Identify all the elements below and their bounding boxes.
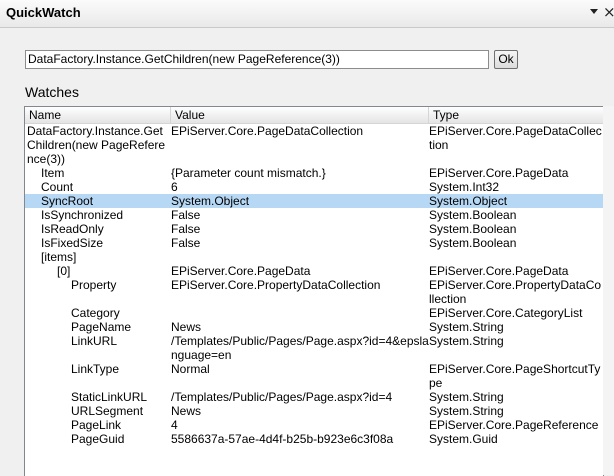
column-header-type[interactable]: Type xyxy=(429,107,603,123)
watch-row[interactable]: Property EPiServer.Core.PropertyDataColle… xyxy=(25,278,603,306)
watch-name: Count xyxy=(41,180,74,194)
expression-input[interactable] xyxy=(25,50,489,69)
watch-name: IsReadOnly xyxy=(41,222,104,236)
watch-row[interactable]: LinkURL/Templates/Public/Pages/Page.aspx… xyxy=(25,334,603,362)
watch-row[interactable]: DataFactory.Instance.GetChildren(new Pag… xyxy=(25,124,603,166)
watch-type: System.Object xyxy=(429,194,508,208)
watch-value: 6 xyxy=(171,180,178,194)
watch-row[interactable]: SyncRoot System.Object System.Object xyxy=(25,194,603,208)
watch-value: News xyxy=(171,404,202,418)
watch-name: PageGuid xyxy=(71,432,125,446)
watch-row[interactable]: IsSynchronized False System.Boolean xyxy=(25,208,603,222)
watch-row[interactable]: [0] EPiServer.Core.PageData EPiServer.Core… xyxy=(25,264,603,278)
watch-value: /Templates/Public/Pages/Page.aspx?id=4&e… xyxy=(171,334,429,362)
watch-type: System.Guid xyxy=(429,432,498,446)
watch-name: SyncRoot xyxy=(41,194,94,208)
watch-value: EPiServer.Core.PropertyDataCollection xyxy=(171,278,381,292)
watch-name: LinkType xyxy=(71,362,120,376)
watch-name: PageName xyxy=(71,320,132,334)
watch-value: 5586637a-57ae-4d4f-b25b-b923e6c3f08a xyxy=(171,432,394,446)
watch-type: EPiServer.Core.PageDataCollection xyxy=(429,124,602,152)
watch-row[interactable]: PageGuid 5586637a-57ae-4d4f-b25b-b923e6c3… xyxy=(25,432,603,446)
watch-value: System.Object xyxy=(171,194,250,208)
watch-row[interactable]: IsFixedSize False System.Boolean xyxy=(25,236,603,250)
watches-grid: Name Value Type DataFactory.Instance.Get… xyxy=(24,106,604,476)
watch-name: IsSynchronized xyxy=(41,208,124,222)
watch-row[interactable]: LinkType Normal EPiServer.Core.PageShortcu… xyxy=(25,362,603,390)
column-header-value[interactable]: Value xyxy=(171,107,429,123)
watch-name: LinkURL xyxy=(71,334,118,348)
watch-row[interactable]: Category EPiServer.Core.CategoryList xyxy=(25,306,603,320)
watch-name: Item xyxy=(41,166,65,180)
watch-type: System.String xyxy=(429,404,504,418)
watch-type: System.Boolean xyxy=(429,222,517,236)
watch-value: /Templates/Public/Pages/Page.aspx?id=4 xyxy=(171,390,393,404)
watch-value: False xyxy=(171,208,201,222)
vertical-scrollbar[interactable] xyxy=(603,106,614,475)
watches-label: Watches xyxy=(25,84,79,100)
window-title: QuickWatch xyxy=(6,5,81,20)
watch-name: StaticLinkURL xyxy=(71,390,148,404)
watch-type: System.Boolean xyxy=(429,236,517,250)
watch-row[interactable]: IsReadOnly False System.Boolean xyxy=(25,222,603,236)
watch-value: 4 xyxy=(171,418,178,432)
watch-value: EPiServer.Core.PageDataCollection xyxy=(171,124,364,138)
watch-row[interactable]: StaticLinkURL/Templates/Public/Pages/Pag… xyxy=(25,390,603,404)
watch-row[interactable]: Item {Parameter count mismatch.} EPiServer… xyxy=(25,166,603,180)
watch-row[interactable]: [items] xyxy=(25,250,603,264)
watch-value: False xyxy=(171,222,201,236)
watch-type: EPiServer.Core.PageData xyxy=(429,264,569,278)
watch-name: [items] xyxy=(41,250,77,264)
watch-type: System.String xyxy=(429,334,504,348)
title-bar: QuickWatch × xyxy=(0,0,614,28)
watch-value: Normal xyxy=(171,362,210,376)
watch-name: [0] xyxy=(57,264,71,278)
chevron-down-icon[interactable] xyxy=(590,9,598,14)
watch-type: System.Boolean xyxy=(429,208,517,222)
watch-name: URLSegment xyxy=(71,404,144,418)
watch-row[interactable]: PageLink 4 EPiServer.Core.PageReference xyxy=(25,418,603,432)
watch-value: {Parameter count mismatch.} xyxy=(171,166,326,180)
watch-type: System.String xyxy=(429,320,504,334)
watch-name: Category xyxy=(71,306,120,320)
watch-value: False xyxy=(171,236,201,250)
ok-button[interactable]: Ok xyxy=(494,50,518,69)
watch-name: Property xyxy=(71,278,117,292)
watch-type: EPiServer.Core.PageData xyxy=(429,166,569,180)
watch-type: EPiServer.Core.CategoryList xyxy=(429,306,583,320)
close-icon[interactable]: × xyxy=(603,3,614,21)
watch-row[interactable]: PageName News System.String xyxy=(25,320,603,334)
watch-type: EPiServer.Core.PageShortcutType xyxy=(429,362,601,390)
column-header-name[interactable]: Name xyxy=(25,107,171,123)
watch-row[interactable]: URLSegment News System.String xyxy=(25,404,603,418)
watch-name: IsFixedSize xyxy=(41,236,104,250)
watch-type: EPiServer.Core.PageReference xyxy=(429,418,599,432)
watch-row[interactable]: Count 6 System.Int32 xyxy=(25,180,603,194)
watch-name: PageLink xyxy=(71,418,122,432)
watch-type: System.String xyxy=(429,390,504,404)
watch-type: EPiServer.Core.PropertyDataCollection xyxy=(429,278,602,306)
watch-value: News xyxy=(171,320,202,334)
grid-header: Name Value Type xyxy=(25,107,603,124)
watch-value: EPiServer.Core.PageData xyxy=(171,264,311,278)
grid-rows: DataFactory.Instance.GetChildren(new Pag… xyxy=(25,124,603,446)
watch-name: DataFactory.Instance.GetChildren(new Pag… xyxy=(27,124,166,166)
watch-type: System.Int32 xyxy=(429,180,500,194)
